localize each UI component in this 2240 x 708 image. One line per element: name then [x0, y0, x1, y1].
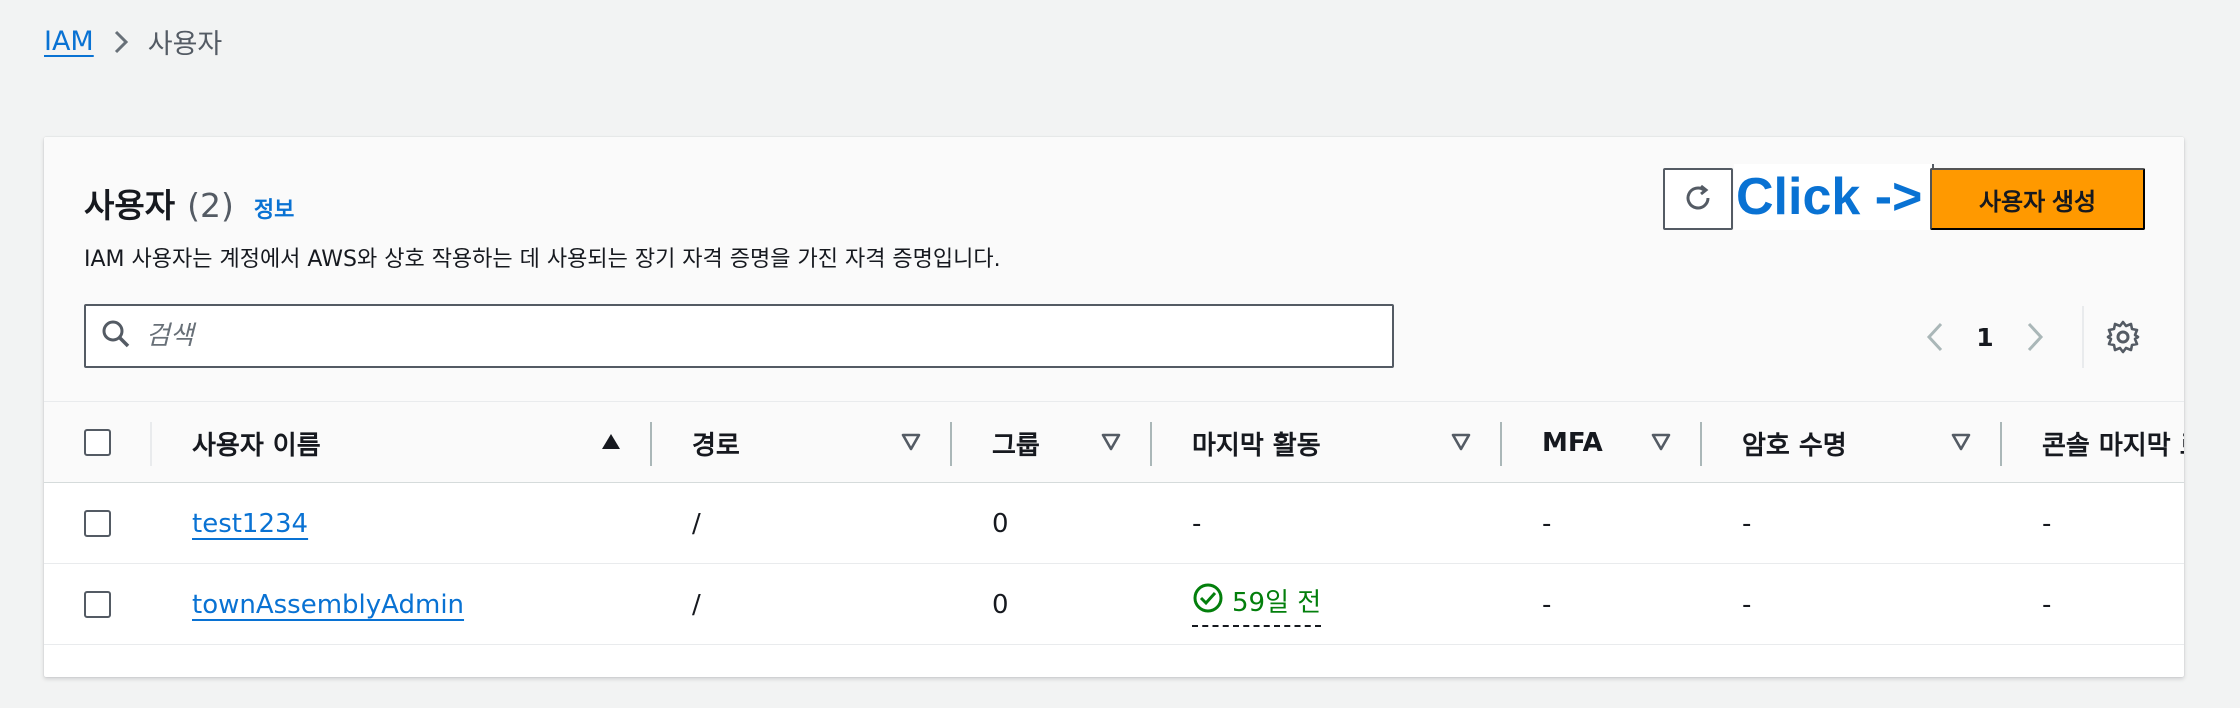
column-divider[interactable] [950, 422, 952, 466]
header-groups-label[interactable]: 그룹 [992, 425, 1040, 462]
header-mfa-label[interactable]: MFA [1542, 428, 1603, 458]
sort-icon[interactable] [1450, 432, 1472, 456]
table-header: 사용자 이름 경로 그룹 마지막 활동 MFA 암호 수명 콘솔 마지막 [44, 401, 2184, 483]
username-link[interactable]: townAssemblyAdmin [192, 590, 464, 620]
cell-last-activity: 59일 전 [1192, 564, 1322, 645]
users-panel: 사용자 (2) 정보 IAM 사용자는 계정에서 AWS와 상호 작용하는 데 … [44, 137, 2184, 677]
sort-icon[interactable] [900, 432, 922, 456]
refresh-icon [1682, 182, 1714, 217]
column-divider [150, 422, 152, 466]
table-row: townAssemblyAdmin / 0 59일 전 - - - [44, 564, 2184, 645]
last-activity-status[interactable]: 59일 전 [1192, 582, 1322, 627]
header-path: 경로 [692, 402, 740, 484]
cell-username: townAssemblyAdmin [192, 564, 464, 645]
last-activity-text: 59일 전 [1232, 587, 1322, 618]
breadcrumb-iam-link[interactable]: IAM [44, 26, 94, 57]
cell-mfa: - [1542, 589, 1552, 620]
sort-icon[interactable] [1950, 432, 1972, 456]
refresh-button[interactable] [1663, 168, 1733, 230]
header-path-label[interactable]: 경로 [692, 425, 740, 462]
row-checkbox[interactable] [84, 510, 111, 537]
chevron-right-icon [112, 28, 130, 56]
select-all-checkbox[interactable] [84, 429, 111, 456]
cell-path: / [692, 589, 701, 620]
username-link[interactable]: test1234 [192, 509, 308, 539]
sort-ascending-icon[interactable] [600, 432, 622, 456]
chevron-left-icon[interactable] [1910, 311, 1960, 363]
cell-path: / [692, 508, 701, 539]
page-title: 사용자 [84, 186, 176, 225]
chevron-right-icon[interactable] [2010, 311, 2060, 363]
table-row: test1234 / 0 - - - - [44, 483, 2184, 564]
header-password-age: 암호 수명 [1742, 402, 1847, 484]
pagination: 1 [1910, 306, 2148, 368]
settings-gear-icon[interactable] [2098, 311, 2148, 363]
page-number[interactable]: 1 [1960, 323, 2010, 352]
column-divider[interactable] [1700, 422, 1702, 466]
breadcrumb-current: 사용자 [147, 29, 223, 60]
search-icon [100, 318, 132, 354]
title-row: 사용자 (2) 정보 [84, 179, 294, 227]
check-circle-icon [1192, 582, 1224, 623]
info-link[interactable]: 정보 [254, 192, 294, 224]
user-count: (2) [187, 186, 234, 225]
cell-password-age: - [1742, 508, 1752, 539]
panel-header: 사용자 (2) 정보 IAM 사용자는 계정에서 AWS와 상호 작용하는 데 … [44, 137, 2184, 401]
cell-last-activity: - [1192, 508, 1202, 539]
column-divider[interactable] [1500, 422, 1502, 466]
cell-console-last: - [2042, 508, 2052, 539]
cell-mfa: - [1542, 508, 1552, 539]
column-divider[interactable] [2000, 422, 2002, 466]
column-divider[interactable] [650, 422, 652, 466]
sort-icon[interactable] [1100, 432, 1122, 456]
search-box [84, 304, 1394, 368]
cell-groups: 0 [992, 589, 1009, 620]
header-console-last: 콘솔 마지막 로 [2042, 402, 2184, 484]
cell-username: test1234 [192, 483, 308, 564]
header-mfa: MFA [1542, 402, 1603, 484]
create-user-button[interactable]: 사용자 생성 [1930, 168, 2145, 230]
header-console-last-label[interactable]: 콘솔 마지막 로 [2042, 425, 2184, 462]
row-checkbox[interactable] [84, 591, 111, 618]
breadcrumb: IAM 사용자 [44, 22, 222, 61]
header-username-label[interactable]: 사용자 이름 [192, 425, 321, 462]
pager-divider [2082, 306, 2084, 368]
panel-description: IAM 사용자는 계정에서 AWS와 상호 작용하는 데 사용되는 장기 자격 … [84, 247, 1001, 272]
cell-groups: 0 [992, 508, 1009, 539]
header-username: 사용자 이름 [192, 402, 321, 484]
click-annotation: Click -> [1734, 164, 1935, 230]
header-last-activity: 마지막 활동 [1192, 402, 1321, 484]
column-divider[interactable] [1150, 422, 1152, 466]
cell-password-age: - [1742, 589, 1752, 620]
search-input[interactable] [146, 321, 1346, 351]
header-groups: 그룹 [992, 402, 1040, 484]
header-last-activity-label[interactable]: 마지막 활동 [1192, 425, 1321, 462]
sort-icon[interactable] [1650, 432, 1672, 456]
header-password-age-label[interactable]: 암호 수명 [1742, 425, 1847, 462]
cell-console-last: - [2042, 589, 2052, 620]
